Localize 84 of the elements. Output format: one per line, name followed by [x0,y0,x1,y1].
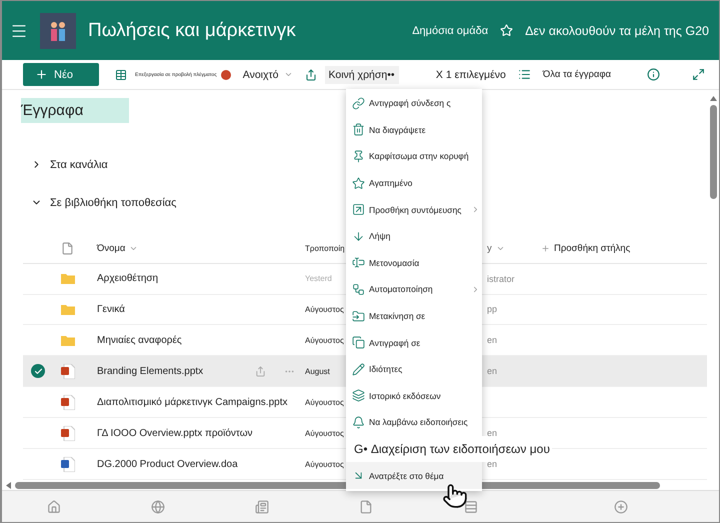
file-name[interactable]: Branding Elements.pptx [97,366,204,377]
word-file-icon [61,456,75,472]
modified-date: August [305,366,330,376]
view-selector[interactable]: Όλα τα έγγραφα [538,66,615,83]
file-name[interactable]: Διαπολιτισμικό μάρκετινγκ Campaigns.pptx [97,396,288,408]
trash-icon [352,123,365,136]
info-icon[interactable] [647,68,660,81]
menu-item[interactable]: Μετονομασία [346,250,482,276]
file-name[interactable]: ΓΔ IOOO Overview.pptx προϊόντων [97,428,253,439]
modified-date: Αύγουστος [305,304,344,314]
menu-item[interactable]: Αντιγραφή σε [346,329,482,356]
star-icon[interactable] [500,24,514,37]
privacy-label: Δημόσια ομάδα [412,24,488,36]
expand-icon[interactable] [692,68,705,81]
plus-icon [35,68,48,81]
table-cell: en [487,366,498,376]
modified-date: Αύγουστος [305,336,344,345]
pencil-icon [352,362,365,376]
menu-item[interactable]: Να λαμβάνω ειδοποιήσεις [346,409,482,436]
file-name[interactable]: Γενικά [97,304,125,315]
library-title: Έγγραφα [21,98,129,123]
modified-date: Αύγουστος [305,428,344,438]
chevron-down-icon [284,70,292,79]
arrow-square-icon [352,203,365,216]
open-button[interactable]: Ανοιχτό [238,66,296,84]
scroll-up-icon[interactable] [710,96,716,101]
folder-icon [61,273,75,284]
menu-item[interactable]: Αγαπημένο [346,170,482,196]
folder-icon [352,310,365,323]
menu-item[interactable]: Ιδιότητες [346,356,482,383]
table-cell: pp [487,304,498,314]
file-type-icon [61,242,74,256]
selected-check-icon[interactable] [31,364,45,378]
table-cell: en [487,335,498,346]
modified-column-header[interactable]: Τροποποίη [305,244,345,254]
table-cell: istrator [487,274,515,284]
copy-icon [352,336,365,350]
menu-item[interactable]: Λήψη [346,222,482,250]
share-button[interactable]: Κοινή χρήση•• [324,66,399,84]
chevron-icon [471,284,480,294]
folder-icon [61,304,75,315]
menu-item[interactable]: Ανατρέξτε στο θέμα [346,462,482,489]
link-icon [352,96,365,110]
scroll-left-icon[interactable] [6,482,11,488]
folder-icon [61,334,75,346]
bell-icon [352,416,365,429]
file-name[interactable]: Αρχειοθέτηση [97,273,158,284]
menu-item[interactable]: G• Διαχείριση των ειδοποιήσεων μου [346,436,552,462]
menu-item[interactable]: Αυτοματοποίηση [346,276,482,303]
star-icon [352,176,365,190]
modified-date: Αύγουστος [305,398,344,407]
menu-item[interactable]: Καρφίτσωμα στην κορυφή [346,143,482,170]
status-dot [220,70,231,80]
table-cell: en [487,428,498,438]
add-column-button[interactable]: Προσθήκη στήλης [554,243,630,254]
text-cursor-icon [352,256,365,270]
menu-item[interactable]: Να διαγράψετε [346,116,482,144]
name-column-header[interactable]: Όνομα [97,243,126,254]
selection-count[interactable]: X 1 επιλεγμένο [432,66,510,84]
new-button[interactable]: Νέο [23,63,99,86]
menu-item[interactable]: Μετακίνηση σε [346,302,482,330]
site-title: Πωλήσεις και μάρκετινγκ [88,20,297,42]
menu-item[interactable]: Αντιγραφή σύνδεση ς [346,90,482,117]
flow-icon [352,282,365,296]
chevron-icon [471,205,480,214]
modified-date: Yesterd [305,274,332,284]
menu-item[interactable]: Ιστορικό εκδόσεων [346,382,482,410]
powerpoint-file-icon [61,364,75,379]
vertical-scrollbar[interactable] [710,105,716,199]
powerpoint-file-icon [61,394,75,410]
file-name[interactable]: Μηνιαίες αναφορές [97,334,182,346]
plus-icon[interactable] [541,244,550,254]
download-icon [352,230,365,243]
powerpoint-file-icon [61,426,75,441]
menu-item[interactable]: Προσθήκη συντόμευσης [346,196,482,223]
column-header[interactable]: y [487,243,492,254]
share-icon[interactable] [304,68,316,80]
grid-icon[interactable] [115,68,127,80]
layers-icon [352,389,365,402]
team-logo [40,12,76,48]
modified-date: Αύγουστος [305,460,344,469]
file-name[interactable]: DG.2000 Product Overview.doa [97,458,238,470]
pin-icon [352,150,365,163]
follow-status[interactable]: Δεν ακολουθούν τα μέλη της G20 [525,24,709,38]
